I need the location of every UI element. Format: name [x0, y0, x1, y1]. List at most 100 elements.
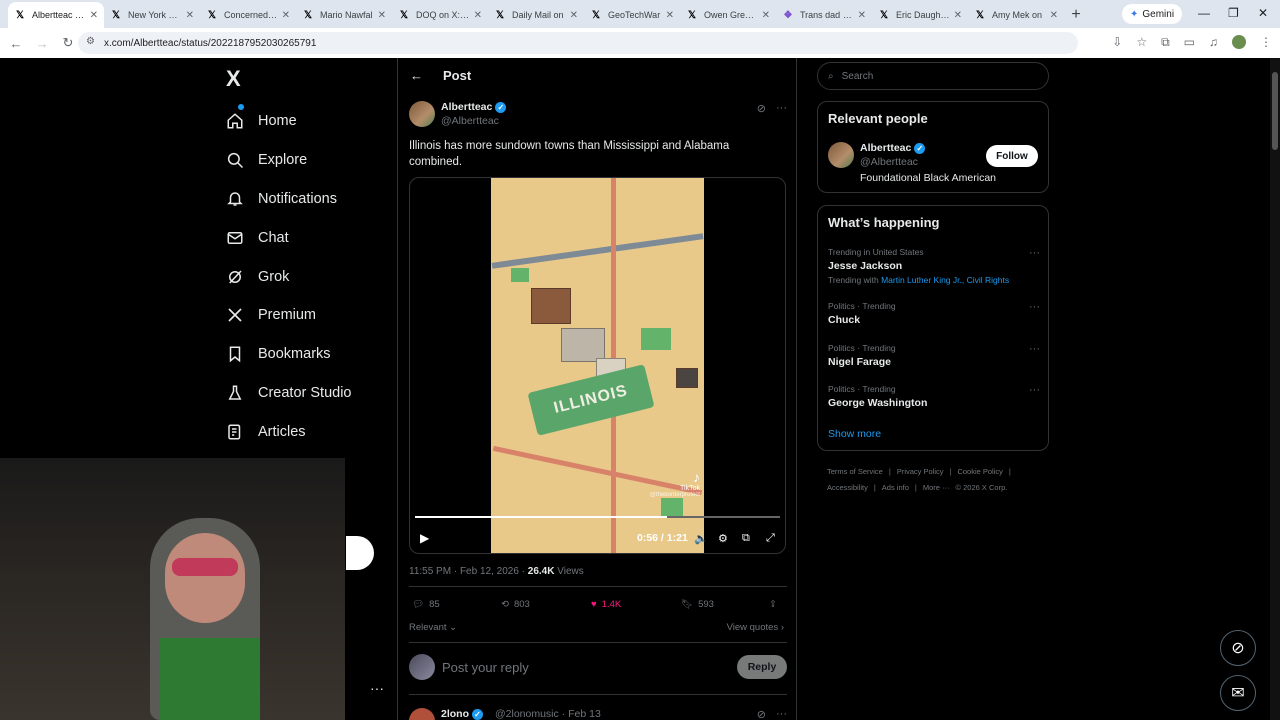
- browser-tab[interactable]: 𝕏 Albertteac on X ✕: [8, 2, 104, 28]
- scrollbar-thumb[interactable]: [1272, 72, 1278, 150]
- more-dots-icon[interactable]: ···: [370, 680, 384, 696]
- close-tab-icon[interactable]: ✕: [90, 10, 98, 21]
- bookmark-button[interactable]: 🔖︎ 593: [681, 599, 714, 610]
- close-window-icon[interactable]: ✕: [1258, 6, 1268, 20]
- post-compose-button[interactable]: [346, 536, 374, 570]
- site-info-icon[interactable]: ⚙: [86, 36, 95, 47]
- browser-tab[interactable]: 𝕏 New York Pos ✕: [104, 2, 200, 28]
- gemini-button[interactable]: ✦ Gemini: [1122, 4, 1183, 24]
- browser-tab[interactable]: 𝕏 Mario Nawfal ✕: [296, 2, 392, 28]
- more-dots-icon[interactable]: ···: [776, 102, 787, 115]
- repost-button[interactable]: ⟲ 803: [501, 599, 530, 610]
- browser-tab[interactable]: 𝕏 GeoTechWar ✕: [584, 2, 680, 28]
- avatar[interactable]: [828, 142, 854, 168]
- like-button[interactable]: ♥ 1.4K: [591, 599, 621, 610]
- nav-item-chat[interactable]: Chat: [226, 218, 352, 257]
- nav-item-notifications[interactable]: Notifications: [226, 180, 352, 219]
- nav-item-articles[interactable]: Articles: [226, 412, 352, 451]
- url-field[interactable]: ⚙ x.com/Albertteac/status/20221879520302…: [78, 32, 1078, 54]
- avatar[interactable]: [409, 708, 435, 720]
- close-tab-icon[interactable]: ✕: [570, 10, 578, 21]
- terms-link[interactable]: Terms of Service: [827, 467, 883, 476]
- nav-item-premium[interactable]: Premium: [226, 296, 352, 335]
- close-tab-icon[interactable]: ✕: [954, 10, 962, 21]
- nav-item-grok[interactable]: Grok: [226, 257, 352, 296]
- new-tab-button[interactable]: +: [1064, 2, 1088, 28]
- author-handle[interactable]: @Albertteac: [860, 156, 918, 168]
- author-name[interactable]: Albertteac ✓: [860, 142, 926, 154]
- fullscreen-icon[interactable]: ⤢: [766, 532, 775, 545]
- more-dots-icon[interactable]: ···: [1029, 301, 1040, 313]
- reply-post[interactable]: 2lono ✓ @2lonomusic · Feb 13 ⊘ ···: [409, 706, 789, 720]
- more-dots-icon[interactable]: ···: [1029, 343, 1040, 355]
- search-input[interactable]: ⌕ Search: [817, 62, 1049, 90]
- play-icon[interactable]: ▶: [420, 531, 429, 545]
- sidepanel-icon[interactable]: ▭: [1184, 35, 1195, 50]
- grok-icon[interactable]: ⊘: [757, 102, 766, 115]
- media-icon[interactable]: ♫: [1209, 35, 1218, 50]
- sort-replies-dropdown[interactable]: Relevant ⌄: [409, 622, 457, 633]
- ads-info-link[interactable]: Ads info: [882, 483, 909, 492]
- forward-arrow-icon[interactable]: →: [30, 36, 54, 51]
- show-more-link[interactable]: Show more: [828, 428, 881, 440]
- cookie-link[interactable]: Cookie Policy: [957, 467, 1002, 476]
- more-dots-icon[interactable]: ···: [1029, 384, 1040, 396]
- close-tab-icon[interactable]: ✕: [474, 10, 482, 21]
- browser-tab[interactable]: 𝕏 Eric Daughert ✕: [872, 2, 968, 28]
- follow-button[interactable]: Follow: [986, 145, 1038, 167]
- trend-item[interactable]: Politics · Trending Nigel Farage ···: [828, 343, 1040, 368]
- close-tab-icon[interactable]: ✕: [858, 10, 866, 21]
- privacy-link[interactable]: Privacy Policy: [897, 467, 944, 476]
- trend-item[interactable]: Politics · Trending George Washington ··…: [828, 384, 1040, 409]
- close-tab-icon[interactable]: ✕: [378, 10, 386, 21]
- reply-input[interactable]: Post your reply: [442, 660, 529, 675]
- extensions-icon[interactable]: ⧉: [1161, 35, 1170, 50]
- nav-item-explore[interactable]: Explore: [226, 141, 352, 180]
- settings-icon[interactable]: ⚙: [718, 532, 728, 545]
- view-quotes-link[interactable]: View quotes ›: [727, 622, 784, 633]
- menu-dots-icon[interactable]: ⋮: [1260, 35, 1272, 50]
- trend-item[interactable]: Politics · Trending Chuck ···: [828, 301, 1040, 326]
- author-name[interactable]: Albertteac ✓: [441, 101, 507, 113]
- author-handle[interactable]: @2lonomusic · Feb 13: [495, 708, 601, 720]
- reply-submit-button[interactable]: Reply: [737, 655, 787, 679]
- browser-tab[interactable]: 𝕏 Owen Gregor ✕: [680, 2, 776, 28]
- volume-icon[interactable]: 🔈: [694, 532, 708, 545]
- minimize-icon[interactable]: —: [1198, 6, 1210, 20]
- restore-icon[interactable]: ❐: [1228, 6, 1239, 20]
- back-arrow-icon[interactable]: ←: [4, 36, 28, 51]
- video-player[interactable]: ILLINOIS ♪ TikTok @theborderprofect ▶ 0:…: [409, 177, 786, 554]
- page-scrollbar[interactable]: [1270, 58, 1280, 720]
- more-dots-icon[interactable]: ···: [1029, 247, 1040, 259]
- reload-icon[interactable]: ↻: [56, 35, 80, 51]
- post-timestamp[interactable]: 11:55 PM · Feb 12, 2026 ·: [409, 566, 528, 577]
- grok-icon[interactable]: ⊘: [757, 708, 766, 720]
- accessibility-link[interactable]: Accessibility: [827, 483, 868, 492]
- avatar[interactable]: [409, 101, 435, 127]
- x-logo[interactable]: X: [226, 66, 241, 92]
- close-tab-icon[interactable]: ✕: [1050, 10, 1058, 21]
- install-icon[interactable]: ⇩: [1112, 35, 1122, 50]
- more-dots-icon[interactable]: ···: [776, 708, 787, 720]
- nav-item-creator-studio[interactable]: Creator Studio: [226, 374, 352, 413]
- trend-item[interactable]: Trending in United States Jesse Jackson …: [828, 247, 1040, 285]
- close-tab-icon[interactable]: ✕: [762, 10, 770, 21]
- author-handle[interactable]: @Albertteac: [441, 115, 499, 127]
- nav-item-home[interactable]: Home: [226, 102, 352, 141]
- browser-tab[interactable]: ❖ Trans dad Rol ✕: [776, 2, 872, 28]
- close-tab-icon[interactable]: ✕: [666, 10, 674, 21]
- more-link[interactable]: More ···: [923, 483, 950, 492]
- back-arrow-icon[interactable]: ←: [410, 68, 423, 83]
- browser-tab[interactable]: 𝕏 Concerned Ci ✕: [200, 2, 296, 28]
- browser-tab[interactable]: 𝕏 Amy Mek on ✕: [968, 2, 1064, 28]
- grok-fab[interactable]: ⊘: [1220, 630, 1256, 666]
- messages-fab[interactable]: ✉: [1220, 675, 1256, 711]
- reply-button[interactable]: 💬︎ 85: [412, 599, 440, 610]
- nav-item-bookmarks[interactable]: Bookmarks: [226, 335, 352, 374]
- video-progress-bar[interactable]: [415, 516, 780, 518]
- author-name[interactable]: 2lono ✓: [441, 708, 483, 720]
- profile-avatar[interactable]: [1232, 35, 1246, 49]
- video-frame[interactable]: ILLINOIS ♪ TikTok @theborderprofect: [491, 178, 704, 553]
- close-tab-icon[interactable]: ✕: [282, 10, 290, 21]
- close-tab-icon[interactable]: ✕: [186, 10, 194, 21]
